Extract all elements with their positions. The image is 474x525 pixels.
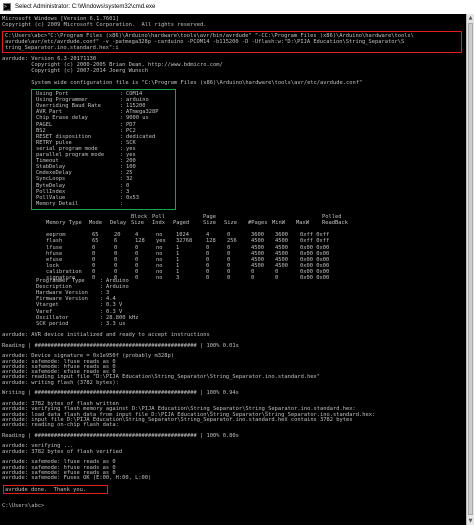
scroll-down-arrow-icon[interactable]: ▼ [467,517,474,525]
table-header: Mode [89,220,102,227]
log-line: avrdude: safemode: Fuses OK (E:00, H:00,… [2,475,152,482]
window-title: Select Administrator: C:\Windows\system3… [15,4,156,10]
cmd-window[interactable]: >_ Select Administrator: C:\Windows\syst… [0,0,474,525]
table-header: Memory Type [46,220,82,227]
table-cell: 0 [275,275,279,281]
table-cell: 0 [92,275,96,281]
log-line: avrdude: 3782 bytes of flash verified [2,448,123,455]
version-line: Copyright (c) 2007-2014 Joerg Wunsch [2,68,149,75]
log-line: Reading | ##############################… [2,342,239,349]
log-line: Writing | ##############################… [2,390,239,397]
programmer-key: SCK period [36,320,69,327]
log-line: Reading | ##############################… [2,432,239,439]
log-line: avrdude: writing flash (3782 bytes): [2,379,119,386]
title-bar[interactable]: >_ Select Administrator: C:\Windows\syst… [0,0,474,14]
command-highlight: C:\Users\abc>"C:\Program Files (x86)\Ard… [2,31,462,53]
table-cell: 0 [251,275,255,281]
table-header: Delay [110,220,127,227]
table-cell: 0 [135,275,139,281]
log-line: avrdude: AVR device initialized and read… [2,332,210,338]
table-header: Size [131,220,144,227]
table-header: Paged [173,220,190,227]
config-value: 0x53 [126,194,139,201]
table-header: ReadBack [322,220,348,227]
console-output[interactable]: Microsoft Windows [Version 6.1.7601] Cop… [0,14,466,525]
table-header: Size [224,220,237,227]
config-separator: : [120,200,124,207]
cmd-icon: >_ [3,3,11,11]
table-header: Indx [152,220,165,227]
table-header: MaxW [296,220,309,227]
table-header: MinW [272,220,285,227]
log-line: avrdude: reading on-chip flash data: [2,422,119,429]
table-cell: 0x00 0x00 [300,275,330,281]
programmer-value: Arduino [106,284,129,291]
programmer-value: 3.3 us [106,320,126,327]
prompt-line[interactable]: C:\Users\abc> [2,503,44,509]
config-key: Memory Detail [36,200,79,207]
table-cell: 3 [176,275,180,281]
programmer-separator: : [100,320,104,327]
version-line: System wide configuration file is "C:\Pr… [2,80,363,87]
table-cell: 0 [206,275,210,281]
table-header: #Pages [248,220,268,227]
table-cell: no [156,275,163,281]
vertical-scrollbar[interactable]: ▲ ▼ [466,14,474,525]
scroll-up-arrow-icon[interactable]: ▲ [467,14,474,22]
table-header: Size [203,220,216,227]
table-cell: 0 [227,275,231,281]
scroll-thumb[interactable] [468,23,473,515]
done-highlight: avrdude done. Thank you. [3,485,108,494]
done-line: avrdude done. Thank you. [5,487,87,493]
command-line: tring_Separator.ino.standard.hex":i [5,45,119,51]
header-line: Copyright (c) 2009 Microsoft Corporation… [2,22,207,28]
